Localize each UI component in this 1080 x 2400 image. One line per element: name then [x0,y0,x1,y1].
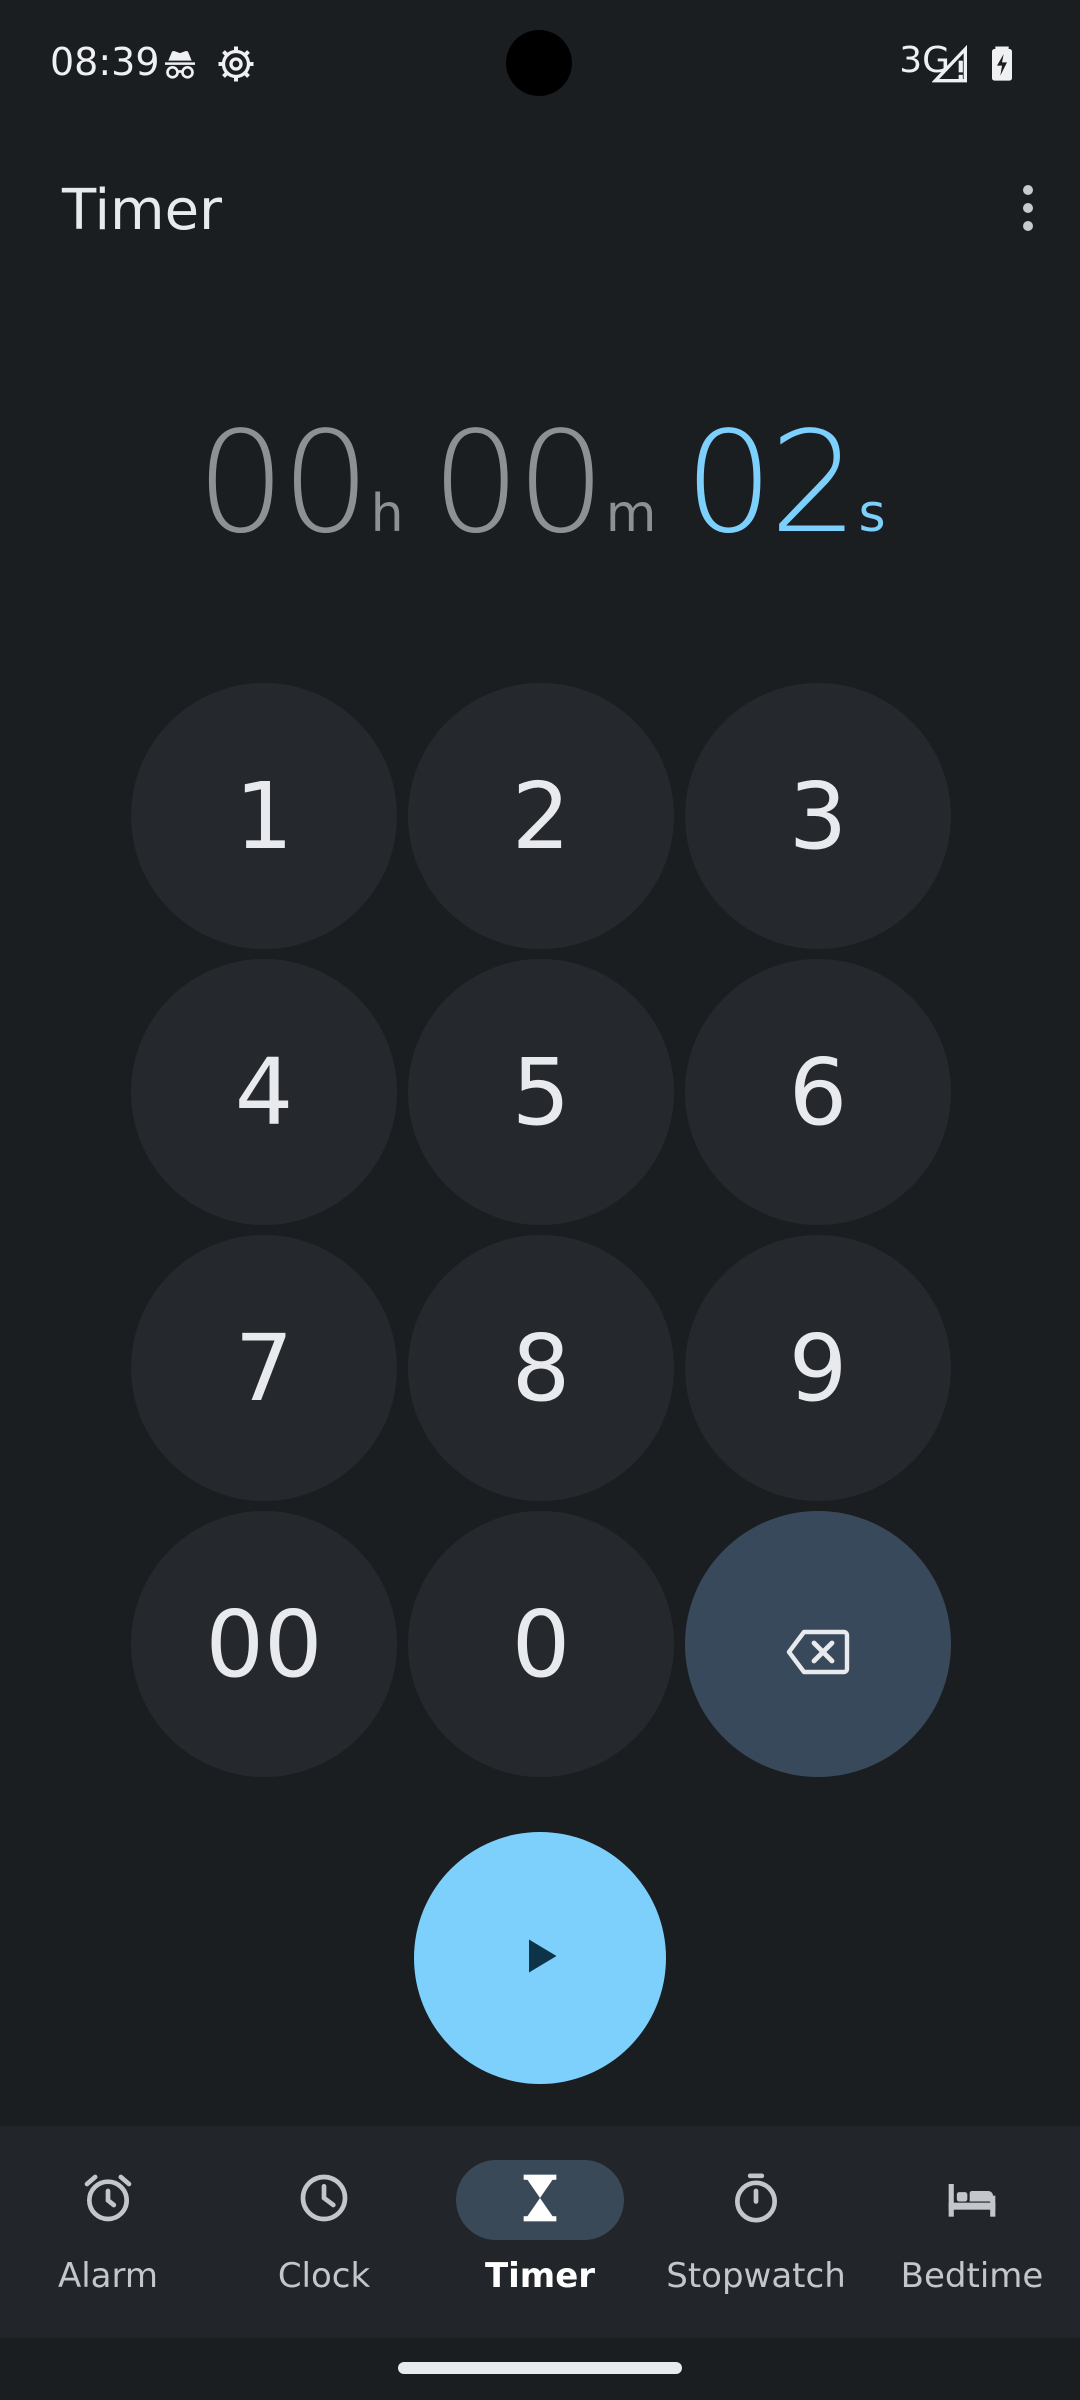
bed-icon [944,2170,1000,2230]
key-8[interactable]: 8 [408,1235,674,1501]
key-0[interactable]: 0 [408,1511,674,1777]
seconds-unit: s [858,483,886,544]
seconds-group: 02 s [684,402,885,565]
minutes-value: 00 [431,401,606,565]
more-vert-icon [1016,178,1040,242]
page-title: Timer [62,178,223,243]
nav-icon-container [456,2160,624,2240]
key-3[interactable]: 3 [685,683,951,949]
key-2[interactable]: 2 [408,683,674,949]
clock-icon [296,2170,352,2230]
key-9[interactable]: 9 [685,1235,951,1501]
backspace-icon [786,1591,850,1698]
number-keypad: 1 2 3 4 5 6 7 8 9 00 0 [127,679,955,1783]
nav-item-stopwatch[interactable]: Stopwatch [648,2126,864,2338]
key-5[interactable]: 5 [408,959,674,1225]
key-6[interactable]: 6 [685,959,951,1225]
gesture-handle[interactable] [398,2362,682,2374]
app-bar: Timer [0,128,1080,294]
nav-item-timer[interactable]: Timer [432,2126,648,2338]
system-gesture-bar [0,2338,1080,2400]
alarm-icon [80,2170,136,2230]
nav-icon-container [24,2160,192,2240]
status-bar: 08:39 3G [0,0,1080,128]
minutes-unit: m [605,483,657,544]
incognito-icon [160,44,200,84]
minutes-group: 00 m [432,402,657,565]
nav-item-bedtime[interactable]: Bedtime [864,2126,1080,2338]
seconds-value: 02 [684,401,858,565]
nav-icon-container [240,2160,408,2240]
key-1[interactable]: 1 [131,683,397,949]
nav-label-timer: Timer [484,2256,596,2296]
timer-screen: 08:39 3G Timer 00 h 00 m 02 s 1 2 3 4 5 … [0,0,1080,2400]
hours-group: 00 h [196,402,403,565]
status-time: 08:39 [50,40,160,84]
start-area [0,1790,1080,2126]
start-timer-button[interactable] [414,1832,666,2084]
nav-label-clock: Clock [277,2256,371,2296]
timer-duration-display[interactable]: 00 h 00 m 02 s [127,296,955,670]
bottom-navigation: Alarm Clock Timer Stopwatch Bedtime [0,2126,1080,2338]
nav-item-alarm[interactable]: Alarm [0,2126,216,2338]
signal-icon [931,44,972,84]
nav-label-alarm: Alarm [57,2256,159,2296]
nav-label-stopwatch: Stopwatch [666,2256,846,2296]
hourglass-icon [512,2170,568,2230]
play-icon [518,1934,562,1982]
nav-label-bedtime: Bedtime [900,2256,1044,2296]
key-7[interactable]: 7 [131,1235,397,1501]
hours-unit: h [370,483,404,544]
camera-cutout [506,30,572,96]
nav-icon-container [672,2160,840,2240]
stopwatch-icon [728,2170,784,2230]
nav-item-clock[interactable]: Clock [216,2126,432,2338]
more-options-button[interactable] [976,148,1080,272]
key-4[interactable]: 4 [131,959,397,1225]
backspace-button[interactable] [685,1511,951,1777]
settings-gear-icon [216,44,256,84]
nav-icon-container [888,2160,1056,2240]
hours-value: 00 [196,401,370,565]
battery-charging-icon [982,44,1022,84]
key-00[interactable]: 00 [131,1511,397,1777]
